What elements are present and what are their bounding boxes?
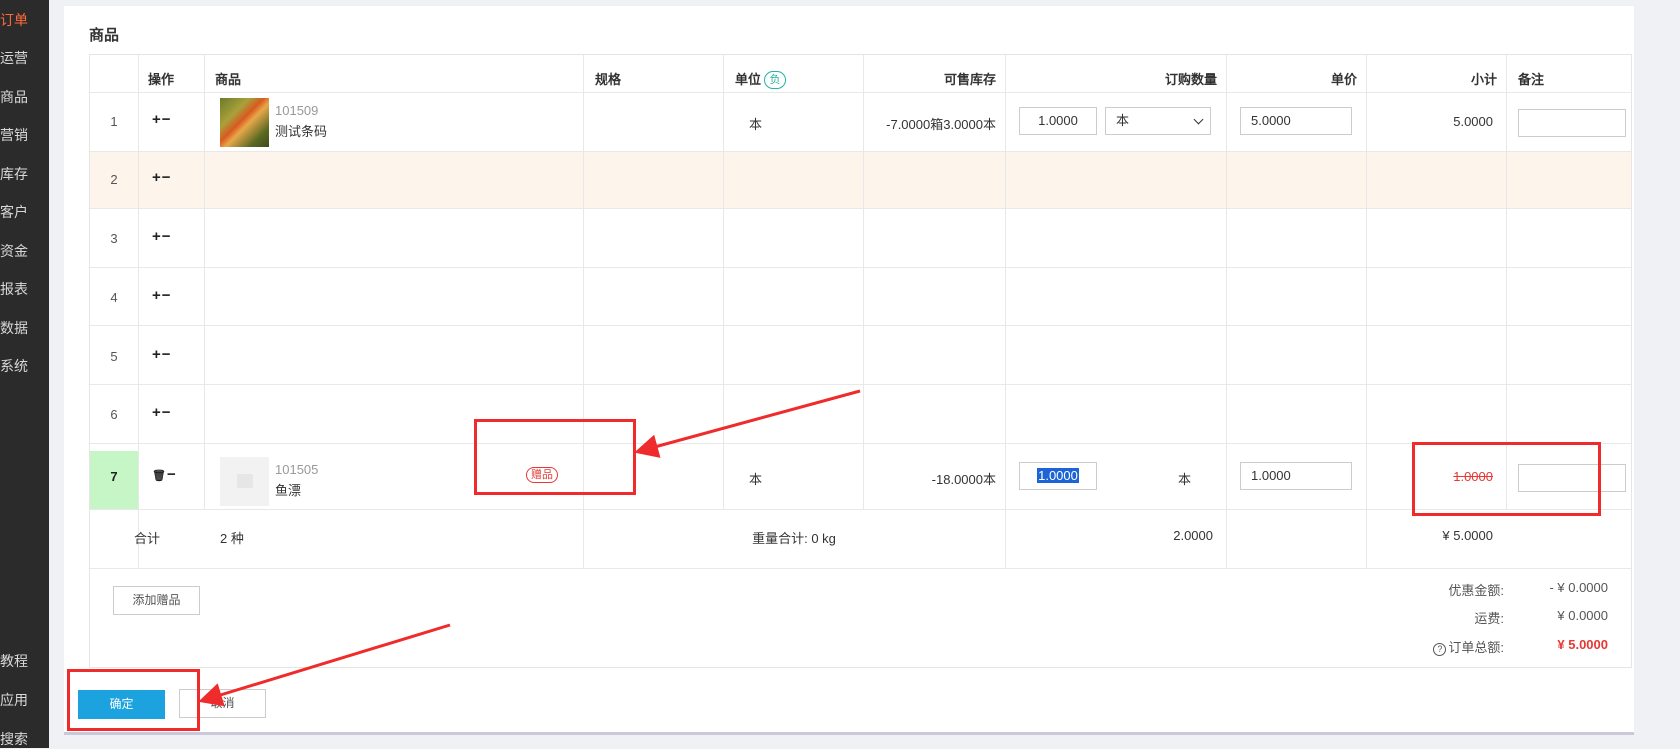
product-unit: 本 — [749, 117, 763, 132]
sidebar-item-marketing[interactable]: 营销 — [0, 125, 28, 145]
sidebar-item-funds[interactable]: 资金 — [0, 241, 28, 261]
header-unit: 单位负 — [735, 69, 787, 89]
qty-unit-value: 本 — [1116, 113, 1130, 128]
remove-button[interactable]: − — [167, 466, 177, 483]
annotation-box-gift — [474, 419, 636, 495]
total-qty: 2.0000 — [1173, 528, 1213, 543]
row-add-remove-buttons[interactable]: +− — [152, 287, 172, 304]
order-total-text: 订单总额: — [1448, 640, 1504, 655]
header-remark: 备注 — [1518, 72, 1545, 87]
product-thumbnail-image — [220, 98, 269, 147]
negative-badge[interactable]: 负 — [764, 71, 787, 89]
order-panel: 商品 操作 商品 规格 单位负 可售库存 订购数量 单价 小计 备注 1 +− … — [64, 6, 1634, 735]
total-label: 合计 — [133, 531, 160, 546]
annotation-box-subtotal — [1412, 442, 1601, 516]
row-number: 5 — [110, 349, 118, 364]
header-price: 单价 — [1330, 72, 1357, 87]
remark-input[interactable] — [1518, 109, 1626, 137]
header-op: 操作 — [148, 72, 175, 87]
row-number: 4 — [110, 290, 118, 305]
row-add-remove-buttons[interactable]: +− — [152, 404, 172, 421]
row-2-highlight — [90, 151, 1631, 208]
row-add-remove-buttons[interactable]: +− — [152, 169, 172, 186]
annotation-box-confirm — [67, 669, 200, 731]
sidebar-item-tutorial[interactable]: 教程 — [0, 651, 28, 671]
sidebar-item-customers[interactable]: 客户 — [0, 202, 28, 222]
trash-icon[interactable]: 🗑 — [152, 470, 167, 482]
help-icon[interactable]: ? — [1433, 643, 1447, 656]
total-weight: 重量合计: 0 kg — [752, 531, 836, 546]
sidebar-item-operations[interactable]: 运营 — [0, 48, 28, 68]
row-number: 3 — [110, 231, 118, 246]
sidebar: 订单 运营 商品 营销 库存 客户 资金 报表 数据 系统 教程 应用 搜索 — [0, 0, 49, 748]
sidebar-item-orders[interactable]: 订单 — [0, 10, 28, 30]
order-total-value: ¥ 5.0000 — [1557, 637, 1608, 652]
discount-value: - ¥ 0.0000 — [1549, 580, 1608, 595]
header-product: 商品 — [215, 72, 242, 87]
sidebar-item-inventory[interactable]: 库存 — [0, 164, 28, 184]
qty-unit-label: 本 — [1178, 472, 1192, 487]
discount-label: 优惠金额: — [1448, 583, 1504, 598]
sidebar-item-data[interactable]: 数据 — [0, 318, 28, 338]
row-add-remove-buttons[interactable]: +− — [152, 346, 172, 363]
sidebar-item-reports[interactable]: 报表 — [0, 279, 28, 299]
subtotal-value: 5.0000 — [1453, 114, 1493, 129]
header-qty: 订购数量 — [1164, 72, 1217, 87]
row-number: 6 — [110, 407, 118, 422]
section-title: 商品 — [89, 27, 120, 44]
total-amount: ¥ 5.0000 — [1442, 528, 1493, 543]
qty-unit-select[interactable]: 本 — [1105, 107, 1211, 135]
add-gift-button[interactable]: 添加赠品 — [113, 586, 200, 615]
total-kinds: 2 种 — [220, 531, 244, 546]
sidebar-item-products[interactable]: 商品 — [0, 87, 28, 107]
product-unit: 本 — [749, 472, 763, 487]
row-trash-remove-buttons[interactable]: 🗑− — [152, 466, 177, 483]
sidebar-item-search[interactable]: 搜索 — [0, 729, 28, 749]
product-code: 101505 — [275, 462, 319, 477]
product-name: 测试条码 — [275, 124, 328, 139]
header-spec: 规格 — [595, 72, 622, 87]
header-stock: 可售库存 — [943, 72, 996, 87]
shipping-value: ¥ 0.0000 — [1557, 608, 1608, 623]
order-total-label: ? 订单总额: — [1320, 637, 1504, 656]
row-add-remove-buttons[interactable]: +− — [152, 228, 172, 245]
product-stock: -7.0000箱3.0000本 — [886, 117, 996, 132]
header-unit-label: 单位 — [735, 72, 762, 87]
qty-input[interactable]: 1.0000 — [1019, 107, 1097, 135]
product-code: 101509 — [275, 103, 319, 118]
sidebar-item-system[interactable]: 系统 — [0, 356, 28, 376]
product-stock: -18.0000本 — [931, 472, 996, 487]
shipping-label: 运费: — [1474, 611, 1504, 626]
qty-input[interactable]: 1.0000 — [1019, 462, 1097, 490]
product-placeholder-image — [220, 457, 269, 506]
row-number: 1 — [110, 114, 118, 129]
panel-bottom-border — [64, 732, 1634, 735]
row-number: 7 — [110, 469, 118, 484]
row-add-remove-buttons[interactable]: +− — [152, 111, 172, 128]
header-subtotal: 小计 — [1470, 72, 1497, 87]
chevron-down-icon — [1193, 114, 1204, 125]
sidebar-item-apps[interactable]: 应用 — [0, 690, 28, 710]
product-name: 鱼漂 — [275, 483, 302, 498]
price-input[interactable]: 5.0000 — [1240, 107, 1352, 135]
selected-qty-text: 1.0000 — [1037, 468, 1079, 483]
row-number: 2 — [110, 172, 118, 187]
products-table: 操作 商品 规格 单位负 可售库存 订购数量 单价 小计 备注 1 +− 101… — [89, 54, 1632, 668]
price-input[interactable]: 1.0000 — [1240, 462, 1352, 490]
